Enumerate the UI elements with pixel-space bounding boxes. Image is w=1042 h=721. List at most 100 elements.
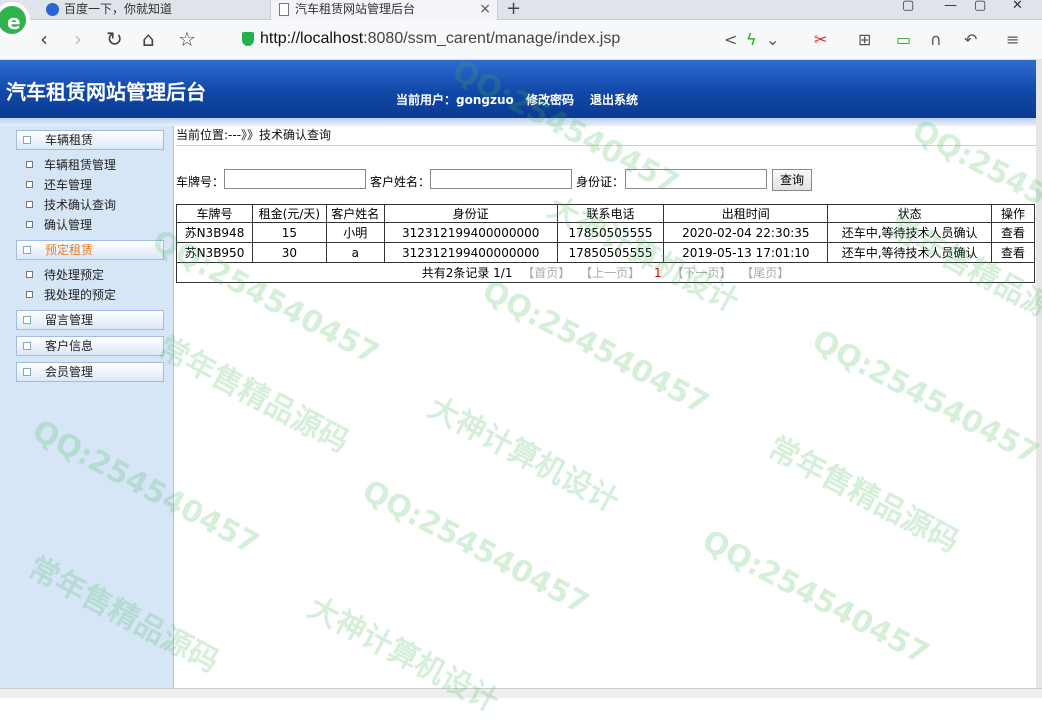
table-row: 苏N3B948 15 小明 312312199400000000 1785050… [176, 222, 1035, 243]
browser-tab-active[interactable]: 汽车租赁网站管理后台 × [270, 0, 498, 20]
minimize-icon[interactable]: — [944, 0, 957, 13]
folder-icon [23, 316, 31, 324]
forward-icon[interactable]: › [74, 28, 82, 50]
sidebar-section-customers[interactable]: 客户信息 [16, 336, 164, 356]
cut-icon[interactable]: ✂ [814, 30, 827, 49]
sidebar-item-pending-reservation[interactable]: 待处理预定 [26, 266, 104, 284]
sidebar-section-messages[interactable]: 留言管理 [16, 310, 164, 330]
table-header-row: 车牌号 租金(元/天) 客户姓名 身份证 联系电话 出租时间 状态 操作 [176, 204, 1035, 223]
share-icon[interactable]: < [724, 30, 737, 49]
watermark-text: 大神计算机设计 [422, 390, 625, 520]
customer-name-input[interactable] [430, 169, 572, 189]
plate-input[interactable] [224, 169, 366, 189]
cell-rent: 15 [251, 222, 327, 243]
sidebar-item-rental-manage[interactable]: 车辆租赁管理 [26, 156, 116, 174]
page-icon [279, 3, 289, 16]
sidebar-item-tech-confirm[interactable]: 技术确认查询 [26, 196, 116, 214]
headphones-icon[interactable]: ∩ [930, 30, 942, 49]
folder-icon [23, 342, 31, 350]
sidebar-section-reservation[interactable]: 预定租赁 [16, 240, 164, 260]
folder-icon [23, 246, 31, 254]
browser-navbar: ‹ › ↻ ⌂ ☆ http://localhost:8080/ssm_care… [0, 20, 1042, 60]
cell-rent: 30 [251, 242, 327, 263]
address-bar[interactable]: http://localhost:8080/ssm_carent/manage/… [236, 28, 706, 52]
maximize-icon[interactable]: ▢ [974, 0, 986, 13]
cell-rent-time: 2020-02-04 22:30:35 [663, 222, 829, 243]
pager-first[interactable]: 【首页】 [522, 266, 570, 280]
chevron-down-icon[interactable]: ⌄ [766, 30, 779, 49]
close-tab-icon[interactable]: × [479, 0, 491, 18]
col-header-action: 操作 [991, 204, 1035, 223]
browser-tab-bar: 百度一下，你就知道 汽车租赁网站管理后台 × + ▢ — ▢ ✕ [0, 0, 1042, 20]
view-link[interactable]: 查看 [1001, 246, 1025, 260]
refresh-icon[interactable]: ↻ [106, 28, 123, 50]
home-icon[interactable]: ⌂ [142, 28, 155, 50]
col-header-customer: 客户姓名 [325, 204, 385, 223]
breadcrumb: 当前位置:---》》技术确认查询 [176, 128, 332, 142]
menu-icon[interactable]: ≡ [1006, 30, 1019, 49]
doc-icon [26, 221, 33, 228]
pager: 共有2条记录 1/1 【首页】 【上一页】 1 【下一页】 【尾页】 [176, 262, 1035, 283]
doc-icon [26, 291, 33, 298]
id-card-input[interactable] [625, 169, 767, 189]
pager-summary: 共有2条记录 1/1 [421, 266, 513, 280]
pager-current: 1 [653, 266, 662, 280]
undo-icon[interactable]: ↶ [964, 30, 977, 49]
sidebar-item-my-reservation[interactable]: 我处理的预定 [26, 286, 116, 304]
new-tab-icon[interactable]: + [506, 0, 521, 19]
pager-next[interactable]: 【下一页】 [671, 266, 731, 280]
watermark-text: QQ:254540457 [476, 273, 715, 422]
current-user: 当前用户：gongzuo [396, 93, 514, 107]
watermark-text: 常年售精品源码 [762, 430, 965, 560]
sidebar-section-car-rental[interactable]: 车辆租赁 [16, 130, 164, 150]
cell-plate: 苏N3B948 [176, 222, 253, 243]
sidebar-section-members[interactable]: 会员管理 [16, 362, 164, 382]
logout-link[interactable]: 退出系统 [590, 91, 638, 108]
cell-customer: 小明 [325, 222, 385, 243]
app-title: 汽车租赁网站管理后台 [6, 80, 206, 104]
cell-status: 还车中,等待技术人员确认 [827, 242, 993, 263]
search-button[interactable]: 查询 [772, 169, 812, 191]
customer-name-label: 客户姓名： [370, 175, 431, 189]
doc-icon [26, 201, 33, 208]
view-link[interactable]: 查看 [1001, 226, 1025, 240]
sidebar-item-confirm-manage[interactable]: 确认管理 [26, 216, 92, 234]
watermark-text: QQ:254540457 [806, 323, 1042, 472]
cell-status: 还车中,等待技术人员确认 [827, 222, 993, 243]
battery-icon[interactable]: ▭ [896, 30, 911, 49]
col-header-status: 状态 [827, 204, 993, 223]
folder-icon [23, 136, 31, 144]
col-header-id-card: 身份证 [383, 204, 558, 223]
close-window-icon[interactable]: ✕ [1012, 0, 1023, 13]
baidu-icon [46, 3, 59, 16]
lightning-icon[interactable]: ϟ [746, 30, 757, 49]
cell-id-card: 312312199400000000 [383, 222, 558, 243]
watermark-text: QQ:254540457 [356, 473, 595, 622]
cell-customer: a [325, 242, 385, 263]
app-header: 汽车租赁网站管理后台 当前用户：gongzuo 修改密码 退出系统 [0, 60, 1042, 118]
id-card-label: 身份证： [576, 175, 625, 189]
pin-icon[interactable]: ▢ [902, 0, 914, 13]
scrollbar[interactable] [1036, 60, 1042, 698]
cell-plate: 苏N3B950 [176, 242, 253, 263]
sidebar-item-return-manage[interactable]: 还车管理 [26, 176, 92, 194]
col-header-phone: 联系电话 [556, 204, 665, 223]
divider [176, 145, 1036, 146]
results-table: 车牌号 租金(元/天) 客户姓名 身份证 联系电话 出租时间 状态 操作 苏N3… [176, 204, 1035, 283]
doc-icon [26, 181, 33, 188]
cell-action: 查看 [991, 242, 1035, 263]
doc-icon [26, 271, 33, 278]
folder-icon [23, 368, 31, 376]
pager-last[interactable]: 【尾页】 [741, 266, 789, 280]
pager-prev[interactable]: 【上一页】 [580, 266, 640, 280]
favorite-star-icon[interactable]: ☆ [178, 28, 196, 50]
tab-title: 汽车租赁网站管理后台 [295, 2, 416, 16]
apps-grid-icon[interactable]: ⊞ [858, 30, 871, 49]
url-text: http://localhost:8080/ssm_carent/manage/… [260, 30, 621, 47]
doc-icon [26, 161, 33, 168]
back-icon[interactable]: ‹ [40, 28, 48, 50]
status-bar [0, 688, 1042, 698]
change-password-link[interactable]: 修改密码 [526, 91, 574, 108]
browser-tab-baidu[interactable]: 百度一下，你就知道 [44, 0, 264, 20]
tab-title: 百度一下，你就知道 [64, 2, 173, 16]
